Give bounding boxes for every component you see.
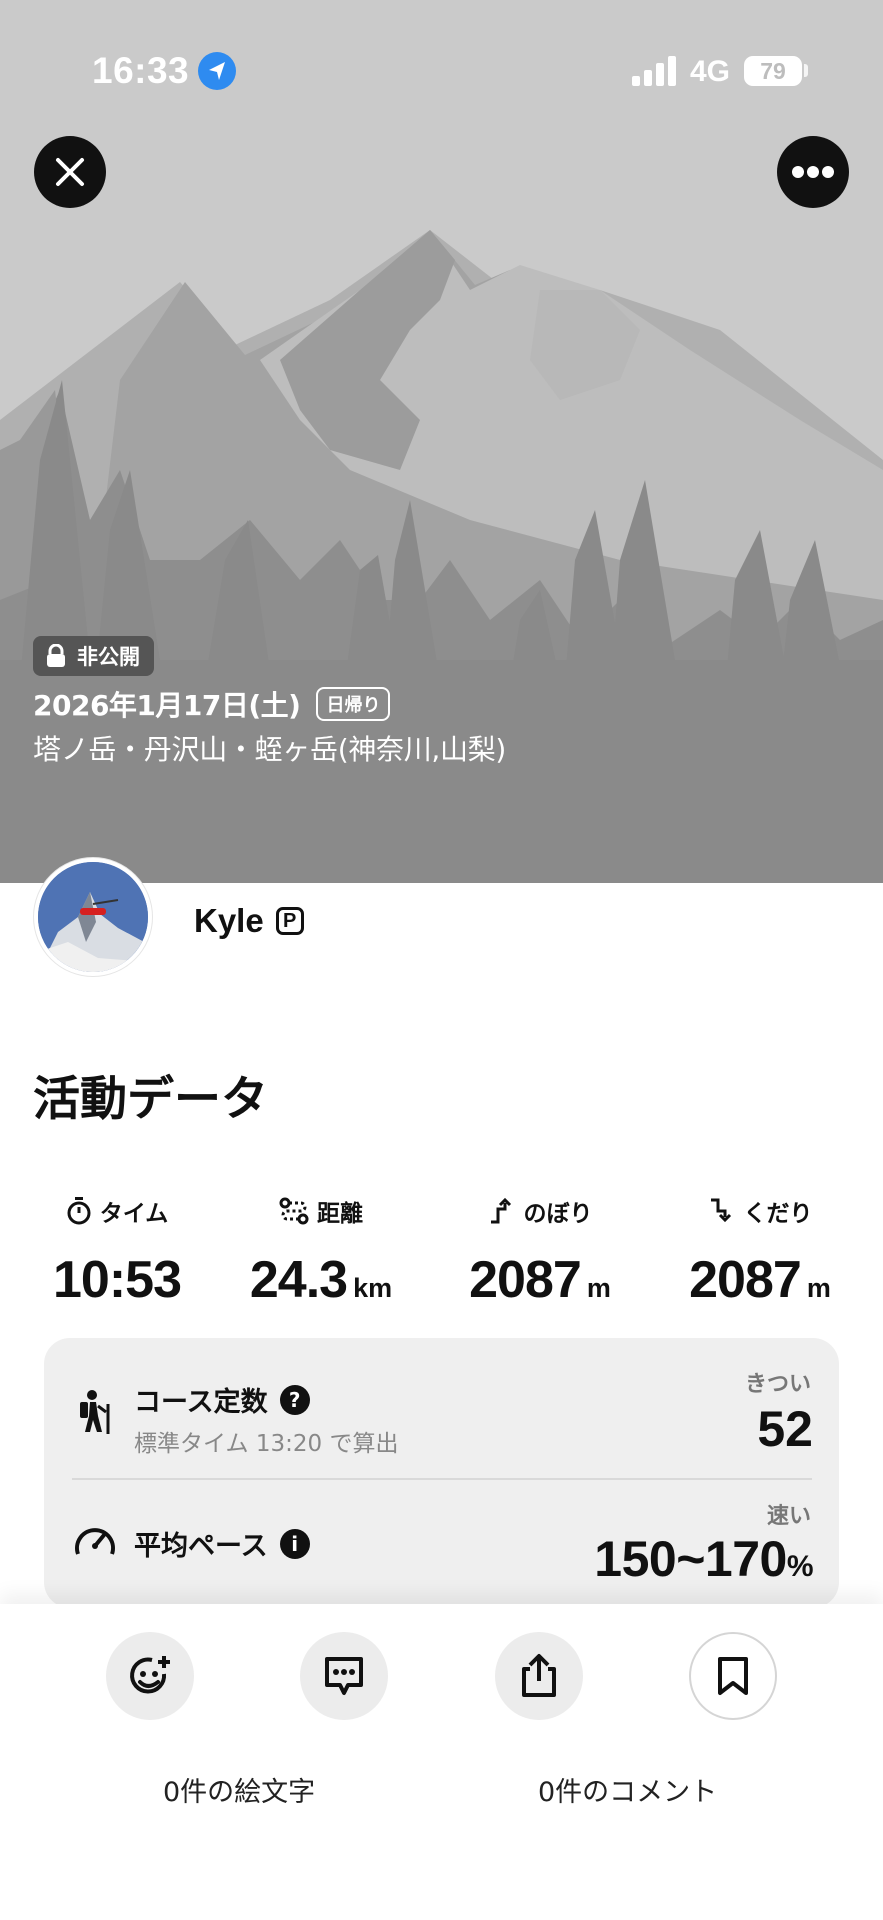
route-name: 塔ノ岳・丹沢山・蛭ヶ岳(神奈川,山梨) bbox=[33, 733, 507, 766]
average-pace-row[interactable]: 平均ペース i bbox=[134, 1524, 310, 1563]
stat-distance-value: 24.3 bbox=[249, 1251, 348, 1309]
username[interactable]: Kyle P bbox=[194, 902, 304, 940]
share-icon bbox=[522, 1654, 556, 1697]
course-standard-time: 標準タイム 13:20 で算出 bbox=[134, 1431, 399, 1457]
activity-date-line: 2026年1月17日(土) 日帰り bbox=[33, 684, 391, 724]
status-bar: 16:33 4G 79 bbox=[0, 0, 883, 140]
avatar[interactable] bbox=[34, 858, 152, 976]
route-icon bbox=[279, 1197, 309, 1225]
emoji-add-icon bbox=[130, 1656, 170, 1694]
comment-button[interactable] bbox=[300, 1632, 388, 1720]
stat-descent-label: くだり bbox=[743, 1201, 813, 1227]
course-constant-row[interactable]: コース定数 ? 標準タイム 13:20 で算出 きつい 52 bbox=[44, 1338, 839, 1478]
location-arrow-icon bbox=[198, 52, 236, 90]
course-grade: きつい bbox=[744, 1372, 811, 1397]
section-title: 活動データ bbox=[33, 1072, 268, 1127]
pace-grade: 速い bbox=[766, 1504, 811, 1529]
battery-indicator: 79 bbox=[744, 56, 802, 86]
private-label: 非公開 bbox=[77, 645, 140, 669]
stat-distance-unit: km bbox=[353, 1273, 393, 1303]
descent-icon bbox=[710, 1198, 731, 1223]
avatar-image bbox=[38, 862, 148, 972]
more-options-button[interactable] bbox=[777, 136, 849, 208]
stat-ascent-value: 2087 bbox=[469, 1251, 582, 1309]
ascent-icon bbox=[490, 1197, 511, 1224]
bookmark-icon bbox=[718, 1657, 748, 1695]
stopwatch-icon bbox=[67, 1197, 91, 1225]
username-text: Kyle bbox=[194, 902, 264, 939]
stat-time-label: タイム bbox=[99, 1201, 169, 1227]
stat-ascent-label: のぼり bbox=[523, 1201, 593, 1227]
stat-ascent-unit: m bbox=[586, 1273, 611, 1303]
stat-time: タイム 10:53 bbox=[17, 1194, 217, 1310]
close-button[interactable] bbox=[34, 136, 106, 208]
hiker-icon bbox=[80, 1390, 110, 1434]
add-emoji-button[interactable] bbox=[106, 1632, 194, 1720]
activity-date: 2026年1月17日(土) bbox=[33, 689, 301, 722]
bookmark-button[interactable] bbox=[689, 1632, 777, 1720]
more-dots-icon bbox=[792, 166, 834, 178]
stat-descent: くだり 2087 m bbox=[660, 1194, 860, 1310]
pace-unit: % bbox=[786, 1550, 814, 1583]
pace-value: 150~170% bbox=[594, 1530, 813, 1588]
stat-descent-unit: m bbox=[806, 1273, 831, 1303]
speedometer-icon bbox=[75, 1528, 115, 1555]
course-constant-value: 52 bbox=[757, 1401, 813, 1457]
stat-distance: 距離 24.3 km bbox=[221, 1194, 421, 1310]
close-icon bbox=[56, 158, 84, 186]
status-time: 16:33 bbox=[92, 50, 190, 91]
share-button[interactable] bbox=[495, 1632, 583, 1720]
battery-tip bbox=[804, 64, 808, 77]
average-pace-label: 平均ペース bbox=[134, 1531, 268, 1562]
help-icon[interactable]: ? bbox=[279, 1384, 310, 1415]
lock-icon bbox=[47, 644, 65, 667]
card-divider bbox=[72, 1478, 812, 1480]
signal-icon bbox=[632, 56, 676, 86]
emoji-count[interactable]: 0件の絵文字 bbox=[163, 1770, 315, 1809]
stat-distance-label: 距離 bbox=[317, 1201, 363, 1227]
comment-icon bbox=[325, 1657, 363, 1695]
hero-header: 16:33 4G 79 非公開 2026年1月17日(土) 日帰り 塔ノ岳・丹沢… bbox=[0, 0, 883, 883]
bottom-action-bar: 0件の絵文字 0件のコメント bbox=[0, 1604, 883, 1920]
stat-descent-value: 2087 bbox=[689, 1251, 802, 1309]
comment-count[interactable]: 0件のコメント bbox=[538, 1770, 717, 1809]
course-constant-label: コース定数 bbox=[134, 1387, 268, 1418]
day-trip-tag: 日帰り bbox=[316, 687, 391, 721]
pace-range: 150~170 bbox=[594, 1531, 787, 1587]
stat-ascent: のぼり 2087 m bbox=[440, 1194, 640, 1310]
premium-badge-icon: P bbox=[275, 907, 304, 935]
private-badge: 非公開 bbox=[33, 636, 154, 676]
course-pace-card: コース定数 ? 標準タイム 13:20 で算出 きつい 52 平均ペース i 速… bbox=[44, 1338, 839, 1608]
info-icon[interactable]: i bbox=[279, 1528, 310, 1559]
stat-time-value: 10:53 bbox=[53, 1251, 182, 1309]
network-type: 4G bbox=[690, 55, 731, 88]
